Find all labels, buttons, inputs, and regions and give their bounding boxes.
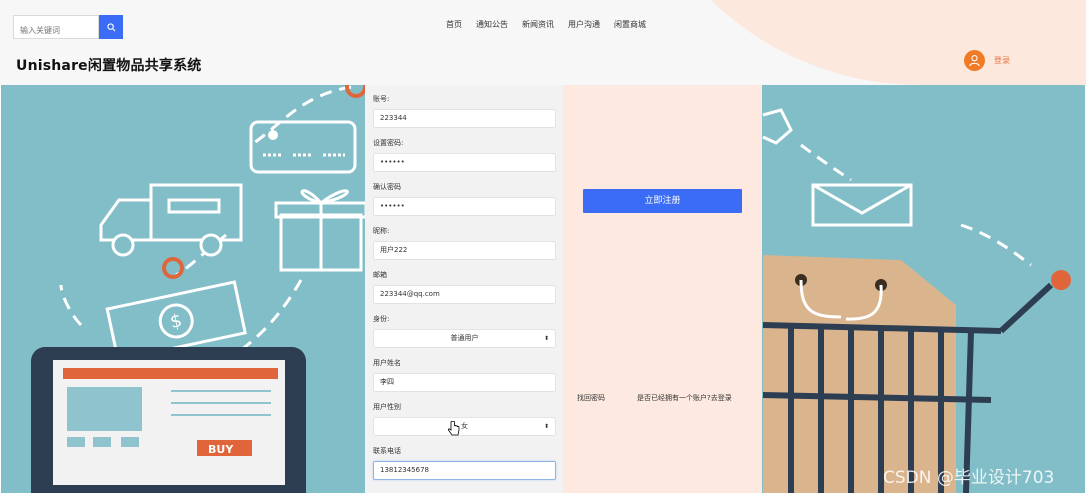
- select-arrows-icon: ⬍: [543, 423, 549, 430]
- login-link[interactable]: 登录: [994, 55, 1010, 66]
- action-panel: 立即注册 找回密码 是否已经拥有一个账户?去登录: [563, 85, 762, 493]
- search-button[interactable]: [99, 15, 123, 39]
- search-icon: [106, 22, 115, 31]
- gender-select-value: 女: [461, 422, 468, 430]
- role-select-value: 普通用户: [450, 334, 479, 342]
- search-input[interactable]: [13, 15, 99, 39]
- nickname-label: 昵称:: [373, 227, 390, 235]
- register-button[interactable]: 立即注册: [583, 189, 742, 213]
- phone-input[interactable]: 13812345678: [373, 461, 556, 480]
- password-label: 设置密码:: [373, 139, 404, 147]
- forgot-password-link[interactable]: 找回密码: [577, 393, 605, 403]
- name-input[interactable]: 李四: [373, 373, 556, 392]
- password-input[interactable]: ••••••: [373, 153, 556, 172]
- account-input[interactable]: 223344: [373, 109, 556, 128]
- nav-item-notice[interactable]: 通知公告: [476, 19, 508, 30]
- user-icon: [969, 55, 980, 67]
- avatar[interactable]: [964, 50, 985, 71]
- confirm-password-input[interactable]: ••••••: [373, 197, 556, 216]
- email-input[interactable]: 223344@qq.com: [373, 285, 556, 304]
- account-label: 账号:: [373, 95, 390, 103]
- laptop-icon: BUY: [31, 347, 306, 493]
- select-arrows-icon: ⬍: [543, 335, 549, 342]
- watermark: CSDN @毕业设计703: [883, 468, 1055, 488]
- go-login-link[interactable]: 是否已经拥有一个账户?去登录: [637, 393, 732, 403]
- svg-text:BUY: BUY: [208, 443, 234, 456]
- hand-cursor-icon: [448, 421, 460, 436]
- gender-select[interactable]: 女 ⬍: [373, 417, 556, 436]
- name-label: 用户姓名: [373, 359, 401, 367]
- site-title: Unishare闲置物品共享系统: [16, 58, 202, 74]
- nickname-input[interactable]: 用户222: [373, 241, 556, 260]
- main-nav: 首页 通知公告 新闻资讯 用户沟通 闲置商城: [446, 19, 660, 30]
- nav-item-chat[interactable]: 用户沟通: [568, 19, 600, 30]
- nav-item-home[interactable]: 首页: [446, 19, 462, 30]
- email-label: 邮箱: [373, 271, 387, 279]
- nav-item-mall[interactable]: 闲置商城: [614, 19, 646, 30]
- role-select[interactable]: 普通用户 ⬍: [373, 329, 556, 348]
- confirm-password-label: 确认密码: [373, 183, 401, 191]
- register-form: 账号: 223344 设置密码: •••••• 确认密码 •••••• 昵称: …: [365, 85, 563, 493]
- login-area[interactable]: 登录: [964, 50, 1010, 71]
- header: 首页 通知公告 新闻资讯 用户沟通 闲置商城 Unishare闲置物品共享系统 …: [0, 0, 1086, 85]
- role-label: 身份:: [373, 315, 390, 323]
- phone-label: 联系电话: [373, 447, 401, 455]
- nav-item-news[interactable]: 新闻资讯: [522, 19, 554, 30]
- header-decoration: [620, 0, 1086, 85]
- gender-label: 用户性别: [373, 403, 401, 411]
